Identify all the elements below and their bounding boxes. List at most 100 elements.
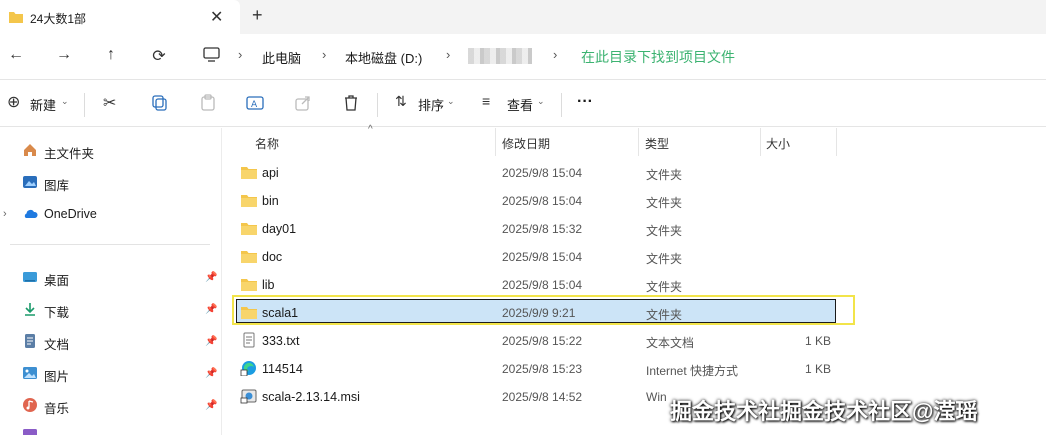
sidebar-item-label: 音乐 [44, 402, 70, 416]
home-icon [24, 144, 36, 156]
folder-icon [240, 192, 258, 208]
breadcrumb-this-pc[interactable]: 此电脑 [262, 48, 301, 67]
view-button[interactable]: 查看 [507, 95, 533, 114]
picture-icon [23, 367, 37, 379]
file-type: 文件夹 [646, 224, 683, 238]
more-options-icon[interactable]: ··· [577, 93, 593, 111]
sidebar-item-label: 下载 [44, 306, 70, 320]
rename-icon[interactable]: A [246, 94, 264, 112]
blurred-folder-crumb[interactable] [468, 48, 532, 64]
svg-text:A: A [251, 100, 258, 110]
breadcrumb-separator-icon: › [238, 47, 243, 62]
command-bar: ⊕ 新建 ⌄ ✂ A ⇅ 排序 ⌄ ≡ 查看 ⌄ ··· [0, 81, 1046, 127]
sort-icon[interactable]: ⇅ [395, 93, 407, 110]
file-type: 文件夹 [646, 280, 683, 294]
file-date: 2025/9/8 15:23 [502, 362, 583, 376]
file-type: 文件夹 [646, 168, 683, 182]
view-icon[interactable]: ≡ [482, 93, 490, 109]
file-name: 333.txt [262, 334, 300, 348]
close-tab-icon[interactable]: ✕ [210, 7, 223, 27]
text-file-icon [240, 332, 258, 348]
refresh-icon[interactable]: ⟳ [149, 46, 169, 66]
column-header-type[interactable]: 类型 [645, 128, 669, 156]
new-tab-button[interactable]: + [252, 5, 263, 26]
sidebar-item-label: 图片 [44, 370, 70, 384]
column-divider[interactable] [638, 128, 639, 156]
file-name: scala1 [262, 306, 299, 320]
cut-icon[interactable]: ✂ [103, 93, 116, 113]
title-bar: 24大数1部 ✕ + [0, 0, 1046, 34]
column-header-date[interactable]: 修改日期 [502, 128, 550, 156]
delete-icon[interactable] [342, 94, 360, 112]
chevron-down-icon[interactable]: ⌄ [537, 96, 545, 107]
chevron-down-icon[interactable]: ⌄ [447, 96, 455, 107]
file-date: 2025/9/8 15:04 [502, 194, 583, 208]
installer-icon [240, 388, 258, 404]
divider [10, 244, 210, 245]
breadcrumb-drive-d[interactable]: 本地磁盘 (D:) [345, 48, 422, 67]
tab-active[interactable]: 24大数1部 ✕ [0, 0, 240, 34]
forward-arrow-icon[interactable]: → [54, 46, 74, 64]
column-divider[interactable] [760, 128, 761, 156]
breadcrumb-separator-icon: › [322, 47, 327, 62]
divider [377, 93, 378, 117]
folder-icon [9, 12, 23, 23]
share-icon[interactable] [294, 94, 312, 112]
sort-ascending-icon: ^ [368, 124, 373, 135]
folder-icon [240, 248, 258, 264]
file-name: scala-2.13.14.msi [262, 390, 360, 404]
chevron-right-icon[interactable]: › [3, 208, 7, 220]
column-header-size[interactable]: 大小 [766, 128, 790, 156]
back-arrow-icon[interactable]: ← [6, 46, 26, 64]
file-type: Win [646, 390, 667, 404]
copy-icon[interactable] [151, 94, 169, 112]
sidebar-item-label: 图库 [44, 179, 70, 193]
file-name: lib [262, 278, 275, 292]
desktop-icon [23, 272, 37, 282]
column-header-name[interactable]: 名称 [255, 128, 279, 156]
file-name: api [262, 166, 279, 180]
download-icon [25, 303, 35, 316]
sort-button[interactable]: 排序 [418, 95, 444, 114]
column-divider[interactable] [495, 128, 496, 156]
plus-icon[interactable]: ⊕ [7, 92, 20, 112]
file-name: doc [262, 250, 283, 264]
file-name: 114514 [262, 362, 303, 376]
file-date: 2025/9/8 15:04 [502, 278, 583, 292]
pin-icon[interactable]: 📌 [205, 304, 217, 315]
music-icon [23, 398, 37, 412]
pin-icon[interactable]: 📌 [205, 400, 217, 411]
file-size: 1 KB [804, 334, 831, 348]
new-button[interactable]: 新建 [30, 95, 56, 114]
file-type: 文件夹 [646, 196, 683, 210]
file-date: 2025/9/8 14:52 [502, 390, 583, 404]
computer-icon[interactable] [203, 47, 220, 63]
sidebar-item-label: 桌面 [44, 274, 70, 288]
sidebar-item-label: 主文件夹 [44, 147, 95, 161]
pin-icon[interactable]: 📌 [205, 336, 217, 347]
cloud-icon [24, 209, 38, 218]
column-divider[interactable] [836, 128, 837, 156]
videos-icon[interactable] [22, 426, 38, 435]
breadcrumb-separator-icon: › [553, 47, 558, 62]
up-arrow-icon[interactable]: ↑ [101, 46, 121, 64]
chevron-down-icon[interactable]: ⌄ [61, 96, 69, 107]
folder-icon [240, 220, 258, 236]
edge-shortcut-icon [240, 360, 258, 377]
watermark-text: 掘金技术社掘金技术社区@滢瑶 [670, 399, 978, 424]
folder-icon [240, 304, 258, 320]
folder-icon [240, 276, 258, 292]
pin-icon[interactable]: 📌 [205, 368, 217, 379]
divider [84, 93, 85, 117]
divider [561, 93, 562, 117]
pin-icon[interactable]: 📌 [205, 272, 217, 283]
file-type: Internet 快捷方式 [646, 364, 739, 378]
annotation-text: 在此目录下找到项目文件 [581, 49, 735, 65]
gallery-icon [23, 176, 37, 188]
document-icon [25, 334, 35, 348]
address-bar-row: ← → ↑ ⟳ › 此电脑 › 本地磁盘 (D:) › › 在此目录下找到项目文… [0, 34, 1046, 80]
sidebar-item-label: OneDrive [44, 207, 97, 221]
breadcrumb-separator-icon: › [446, 47, 451, 62]
navigation-pane: 主文件夹 图库 › OneDrive 桌面 📌 下载 📌 文档 📌 图片 📌 音… [0, 128, 222, 435]
paste-icon[interactable] [199, 94, 217, 112]
